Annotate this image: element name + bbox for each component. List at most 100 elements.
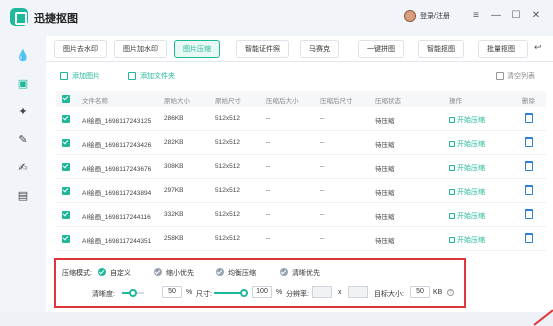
start-compress-button[interactable]: 开始压缩 [449, 187, 485, 197]
tab-mosaic[interactable]: 马赛克 [300, 40, 339, 58]
cell-original-size: 286KB [164, 115, 184, 122]
sidebar-item-edit[interactable]: ✍ [14, 158, 32, 176]
cell-status: 待压缩 [375, 142, 395, 149]
sidebar-item-document[interactable]: ▤ [14, 186, 32, 204]
compress-icon [449, 117, 455, 123]
tab-bar: 图片去水印 图片加水印 图片压缩 智能证件照 马赛克 一键拼图 智能抠图 批量抠… [46, 36, 553, 62]
tab-scroll-icon[interactable]: ↩ [534, 42, 542, 53]
login-area[interactable]: 登录/注册 [404, 10, 450, 22]
mode-small-radio[interactable] [154, 268, 162, 276]
cell-original-size: 308KB [164, 163, 184, 170]
avatar[interactable] [404, 10, 416, 22]
tab-remove-watermark[interactable]: 图片去水印 [54, 40, 107, 58]
target-size-input[interactable]: 50 [410, 286, 430, 298]
add-folder-button[interactable]: 添加文件夹 [128, 71, 175, 81]
clarity-input[interactable]: 50 [162, 286, 182, 298]
start-compress-button[interactable]: 开始压缩 [449, 163, 485, 173]
tab-image-compress[interactable]: 图片压缩 [174, 40, 220, 58]
cell-status: 待压缩 [375, 238, 395, 245]
tab-collage[interactable]: 一键拼图 [358, 40, 404, 58]
row-checkbox[interactable] [62, 187, 70, 195]
tab-smart-cutout[interactable]: 智能抠图 [418, 40, 464, 58]
start-compress-button[interactable]: 开始压缩 [449, 139, 485, 149]
cell-original-dim: 512x512 [215, 211, 240, 218]
cell-file-name: AI绘画_1698117243676 [82, 166, 152, 173]
toolbar: 添加图片 添加文件夹 清空列表 [46, 62, 553, 88]
cell-file-name: AI绘画_1698117243894 [82, 190, 152, 197]
size-input[interactable]: 100 [252, 286, 272, 298]
row-checkbox[interactable] [62, 115, 70, 123]
trash-small-icon [496, 72, 504, 80]
close-icon[interactable]: ✕ [530, 10, 542, 21]
size-percent: % [276, 289, 283, 296]
select-all-checkbox[interactable] [62, 95, 70, 103]
start-compress-button[interactable]: 开始压缩 [449, 115, 485, 125]
mode-small-label[interactable]: 缩小优先 [166, 268, 194, 278]
start-compress-button[interactable]: 开始压缩 [449, 235, 485, 245]
start-compress-button[interactable]: 开始压缩 [449, 211, 485, 221]
cell-original-dim: 512x512 [215, 139, 240, 146]
size-slider-knob[interactable] [240, 289, 248, 297]
login-register-link[interactable]: 登录/注册 [420, 11, 450, 21]
add-image-label: 添加图片 [72, 73, 100, 80]
delete-trash-icon[interactable] [525, 185, 533, 195]
start-compress-label: 开始压缩 [457, 141, 485, 148]
add-image-button[interactable]: 添加图片 [60, 71, 100, 81]
mode-custom-label[interactable]: 自定义 [110, 268, 131, 278]
size-slider-track[interactable] [214, 289, 248, 297]
cell-original-dim: 512x512 [215, 163, 240, 170]
table-row: AI绘画_1698117243426 282KB 512x512 -- -- 待压缩 开始压… [56, 131, 546, 155]
row-checkbox[interactable] [62, 211, 70, 219]
cell-original-dim: 512x512 [215, 115, 240, 122]
sidebar-item-tools[interactable]: ✎ [14, 130, 32, 148]
row-checkbox[interactable] [62, 139, 70, 147]
sidebar-item-drop[interactable]: 💧 [14, 46, 32, 64]
cell-compressed-dim: -- [320, 211, 325, 218]
row-checkbox[interactable] [62, 235, 70, 243]
compress-icon [449, 237, 455, 243]
tab-add-watermark[interactable]: 图片加水印 [114, 40, 167, 58]
mode-clarity-label[interactable]: 清晰优先 [292, 268, 320, 278]
help-icon[interactable]: ? [447, 289, 454, 296]
cell-status: 待压缩 [375, 214, 395, 221]
tab-id-photo[interactable]: 智能证件照 [236, 40, 289, 58]
mode-label: 压缩模式: [62, 270, 92, 277]
delete-trash-icon[interactable] [525, 161, 533, 171]
cell-status: 待压缩 [375, 166, 395, 173]
cell-compressed-size: -- [266, 139, 271, 146]
add-folder-label: 添加文件夹 [140, 73, 175, 80]
delete-trash-icon[interactable] [525, 113, 533, 123]
clarity-slider-knob[interactable] [129, 289, 137, 297]
cell-original-size: 297KB [164, 187, 184, 194]
cell-compressed-size: -- [266, 211, 271, 218]
cell-compressed-size: -- [266, 115, 271, 122]
delete-trash-icon[interactable] [525, 233, 533, 243]
maximize-icon[interactable]: ☐ [510, 10, 522, 21]
sidebar-item-image-tools[interactable]: ▣ [14, 74, 32, 92]
size-label: 尺寸: [196, 291, 212, 298]
mode-balanced-radio[interactable] [216, 268, 224, 276]
compress-icon [449, 213, 455, 219]
delete-trash-icon[interactable] [525, 137, 533, 147]
mode-balanced-label[interactable]: 均衡压缩 [228, 268, 256, 278]
drop-icon: 💧 [16, 49, 30, 62]
target-size-label: 目标大小: [374, 291, 404, 298]
clarity-label: 清晰度: [92, 291, 115, 298]
mode-clarity-radio[interactable] [280, 268, 288, 276]
clear-list-button[interactable]: 清空列表 [496, 71, 535, 81]
cell-compressed-dim: -- [320, 187, 325, 194]
clarity-slider-track[interactable] [122, 289, 144, 297]
start-compress-label: 开始压缩 [457, 165, 485, 172]
cell-file-name: AI绘画_1698117244116 [82, 214, 151, 221]
resolution-height-input[interactable] [348, 286, 368, 298]
tab-batch-cutout[interactable]: 批量抠图 [478, 40, 528, 58]
sidebar-item-effects[interactable]: ✦ [14, 102, 32, 120]
menu-icon[interactable]: ≡ [470, 10, 482, 21]
delete-trash-icon[interactable] [525, 209, 533, 219]
col-delete: 删除 [522, 98, 535, 105]
mode-custom-radio[interactable] [98, 268, 106, 276]
row-checkbox[interactable] [62, 163, 70, 171]
resolution-width-input[interactable] [312, 286, 332, 298]
minimize-icon[interactable]: — [490, 10, 502, 21]
table-row: AI绘画_1698117243676 308KB 512x512 -- -- 待压缩 开始压… [56, 155, 546, 179]
